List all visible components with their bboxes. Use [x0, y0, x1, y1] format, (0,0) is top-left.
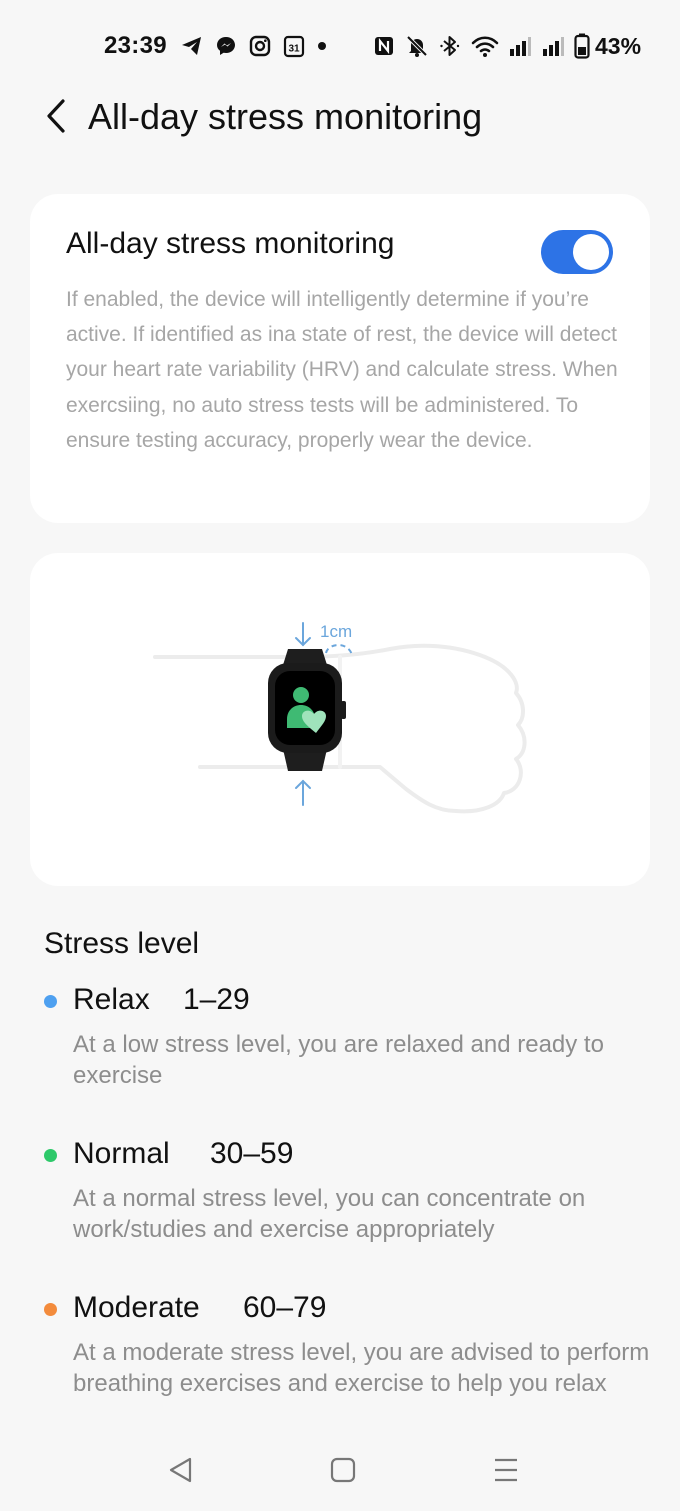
calendar-icon: 31 [283, 35, 305, 58]
system-nav-bar [0, 1440, 680, 1500]
level-name: Moderate [73, 1291, 200, 1324]
normal-dot [44, 1149, 57, 1162]
stress-monitoring-description: If enabled, the device will intelligentl… [66, 288, 618, 452]
status-system-icons: 43% [372, 32, 641, 60]
chevron-left-icon [47, 99, 65, 133]
telegram-icon [182, 37, 201, 55]
bluetooth-icon [440, 36, 460, 56]
level-range: 30–59 [210, 1137, 294, 1170]
status-notification-icons: 31 [180, 32, 328, 60]
stress-level-title: Stress level [44, 927, 200, 960]
nfc-icon [375, 37, 393, 55]
wear-illustration-card: 1cm [30, 553, 650, 886]
level-description: At a low stress level, you are relaxed a… [73, 1031, 604, 1089]
level-range: 60–79 [243, 1291, 327, 1324]
watch-wearing-illustration: 1cm [153, 622, 527, 814]
page-title: All-day stress monitoring [88, 96, 483, 137]
battery-percent: 43% [595, 32, 642, 59]
stress-monitoring-title: All-day stress monitoring [66, 227, 395, 260]
toggle-knob [573, 234, 609, 270]
level-range: 1–29 [183, 983, 250, 1016]
stress-monitoring-card: All-day stress monitoring If enabled, th… [30, 194, 650, 523]
battery-icon [574, 33, 590, 59]
stress-level-moderate: Moderate 60–79 At a moderate stress leve… [44, 1291, 654, 1397]
moderate-dot [44, 1303, 57, 1316]
instagram-icon [249, 35, 271, 57]
level-name: Normal [73, 1137, 170, 1170]
level-description: At a moderate stress level, you are advi… [73, 1339, 650, 1397]
mute-icon [406, 35, 428, 57]
signal-icon [510, 37, 531, 56]
back-nav-icon[interactable] [164, 1454, 196, 1486]
up-arrow-icon [295, 779, 311, 806]
header: All-day stress monitoring [0, 92, 680, 148]
home-nav-icon[interactable] [327, 1454, 359, 1486]
status-bar: 23:39 31 43% [0, 0, 680, 92]
signal-icon [543, 37, 564, 56]
level-description: At a normal stress level, you can concen… [73, 1185, 586, 1243]
stress-monitoring-toggle[interactable] [541, 230, 613, 274]
messenger-icon [217, 37, 235, 55]
status-time: 23:39 [104, 32, 167, 59]
stress-level-normal: Normal 30–59 At a normal stress level, y… [44, 1137, 654, 1243]
down-arrow-icon [295, 622, 311, 647]
distance-label: 1cm [320, 622, 352, 641]
dot-icon [318, 42, 326, 50]
recents-nav-icon[interactable] [490, 1454, 522, 1486]
wifi-icon [471, 36, 499, 57]
stress-level-relax: Relax 1–29 At a low stress level, you ar… [44, 983, 654, 1089]
calendar-day: 31 [288, 44, 300, 55]
back-button[interactable] [36, 94, 76, 138]
relax-dot [44, 995, 57, 1008]
level-name: Relax [73, 983, 150, 1016]
